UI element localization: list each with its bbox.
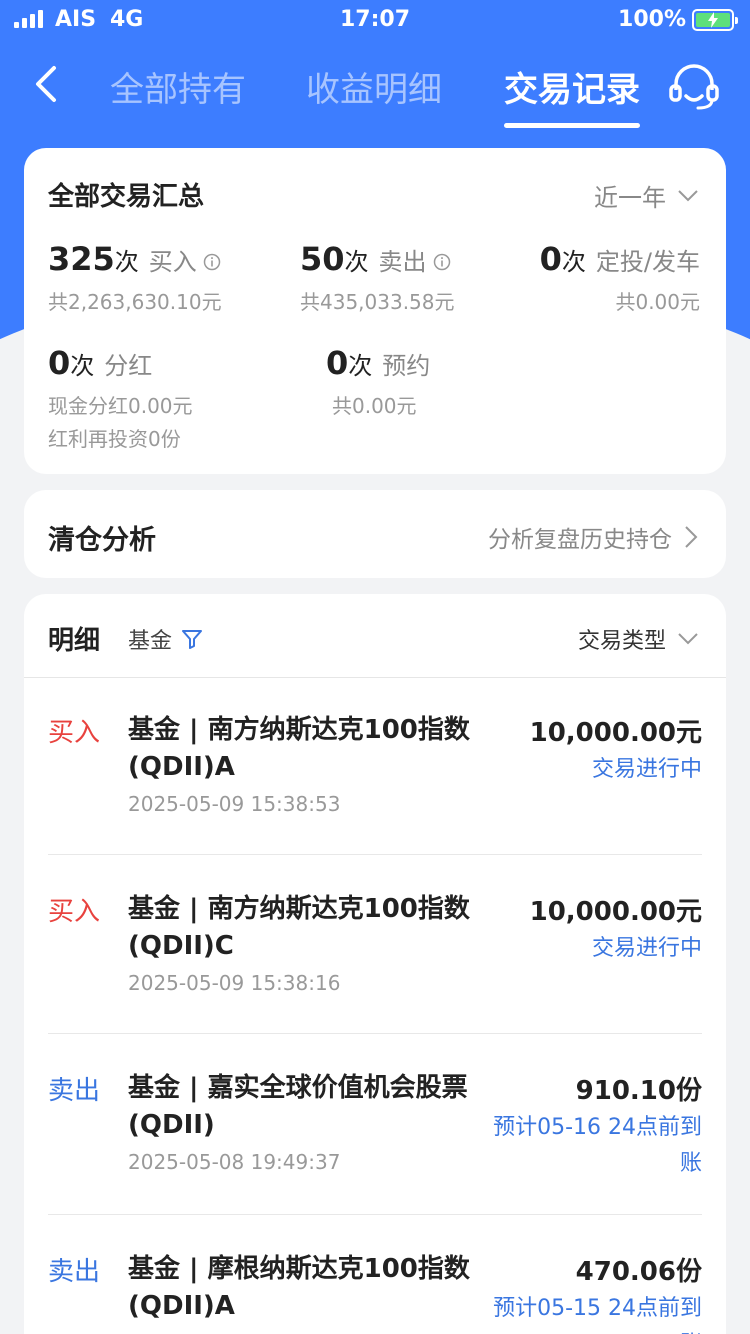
- summary-title: 全部交易汇总: [48, 182, 205, 212]
- stat-sub: 共0.00元: [332, 394, 417, 418]
- stat-auto-invest[interactable]: 0次 定投/发车 共0.00元: [540, 240, 700, 315]
- row-divider: [48, 854, 702, 855]
- transaction-amount: 10,000.00元: [529, 718, 702, 748]
- transaction-time: 2025-05-08 19:49:37: [128, 1150, 341, 1174]
- stat-unit: 次: [348, 352, 373, 380]
- filter-icon: [182, 630, 203, 649]
- liquidation-title: 清仓分析: [48, 525, 156, 556]
- stat-count: 0: [539, 240, 562, 278]
- transaction-row[interactable]: 卖出 基金 | 嘉实全球价值机会股票(QDII) 2025-05-08 19:4…: [48, 1070, 702, 1215]
- stat-count: 0: [48, 344, 71, 382]
- stat-dividend[interactable]: 0次 分红 现金分红0.00元 红利再投资0份: [48, 344, 193, 452]
- stat-count: 50: [300, 240, 345, 278]
- liquidation-analysis-card[interactable]: 清仓分析 分析复盘历史持仓: [24, 490, 726, 578]
- stat-unit: 次: [561, 248, 586, 276]
- fund-name: 基金 | 南方纳斯达克100指数(QDII)C: [128, 894, 470, 961]
- transaction-kind: 卖出: [48, 1076, 101, 1106]
- transaction-row[interactable]: 买入 基金 | 南方纳斯达克100指数(QDII)A 2025-05-09 15…: [48, 712, 702, 855]
- transaction-time: 2025-05-09 15:38:53: [128, 792, 341, 816]
- tab-all-holdings[interactable]: 全部持有: [110, 62, 246, 111]
- stat-buy[interactable]: 325次 买入 共2,263,630.10元: [48, 240, 222, 315]
- stat-sub: 共435,033.58元: [300, 290, 455, 314]
- fund-name: 基金 | 南方纳斯达克100指数(QDII)A: [128, 715, 470, 782]
- stat-unit: 次: [344, 248, 369, 276]
- battery-percent: 100%: [618, 7, 686, 32]
- stat-sell[interactable]: 50次 卖出 共435,033.58元: [300, 240, 455, 315]
- transaction-status: 交易进行中: [591, 757, 702, 782]
- stat-reservation[interactable]: 0次 预约 共0.00元: [326, 344, 430, 419]
- chevron-down-icon: [678, 633, 698, 645]
- summary-card: 全部交易汇总 近一年 325次 买入 共2,263,630.10元 50次 卖出 共…: [24, 148, 726, 474]
- detail-card: 明细 基金 交易类型 买入 基金 | 南方纳斯达克100指数(QDII)A 20…: [24, 594, 726, 1334]
- chevron-down-icon: [678, 189, 698, 201]
- transaction-kind: 买入: [48, 718, 101, 748]
- row-divider: [48, 1214, 702, 1215]
- stat-sub: 共0.00元: [615, 290, 700, 314]
- stat-label: 卖出: [378, 248, 427, 276]
- stat-unit: 次: [70, 352, 95, 380]
- row-divider: [48, 1033, 702, 1034]
- fund-filter[interactable]: 基金: [128, 623, 204, 655]
- transaction-kind: 卖出: [48, 1257, 101, 1287]
- status-bar: AIS 4G 17:07 100%: [0, 0, 750, 40]
- stat-label: 预约: [382, 352, 431, 380]
- stat-unit: 次: [114, 248, 139, 276]
- transaction-kind: 买入: [48, 897, 101, 927]
- liquidation-link[interactable]: 分析复盘历史持仓: [488, 520, 698, 554]
- stat-label: 定投/发车: [595, 248, 700, 276]
- chevron-right-icon: [685, 526, 698, 548]
- period-selector[interactable]: 近一年: [594, 178, 698, 213]
- transaction-type-filter[interactable]: 交易类型: [578, 623, 698, 655]
- transaction-status: 交易进行中: [591, 936, 702, 961]
- active-tab-indicator: [504, 123, 640, 128]
- headset-icon[interactable]: [668, 62, 720, 110]
- battery-icon: [692, 9, 738, 31]
- transaction-row[interactable]: 买入 基金 | 南方纳斯达克100指数(QDII)C 2025-05-09 15…: [48, 891, 702, 1034]
- stat-count: 325: [48, 240, 115, 278]
- transaction-amount: 910.10份: [575, 1076, 702, 1106]
- detail-title: 明细: [48, 626, 101, 656]
- detail-header: 明细 基金 交易类型: [24, 594, 726, 678]
- chevron-left-icon[interactable]: [30, 64, 62, 104]
- stat-sub-secondary: 红利再投资0份: [48, 427, 181, 451]
- transaction-status: 预计05-16 24点前到账: [493, 1115, 702, 1176]
- liquidation-link-label: 分析复盘历史持仓: [488, 527, 672, 553]
- info-icon[interactable]: [203, 253, 221, 271]
- fund-name: 基金 | 摩根纳斯达克100指数(QDII)A: [128, 1254, 470, 1321]
- stat-label: 买入: [148, 248, 197, 276]
- stat-count: 0: [326, 344, 349, 382]
- fund-filter-label: 基金: [128, 629, 173, 654]
- stat-sub: 现金分红0.00元: [48, 394, 193, 418]
- top-nav: 全部持有 收益明细 交易记录: [0, 50, 750, 130]
- tab-income-detail[interactable]: 收益明细: [306, 62, 442, 111]
- transaction-time: 2025-05-09 15:38:16: [128, 971, 341, 995]
- fund-name: 基金 | 嘉实全球价值机会股票(QDII): [128, 1073, 468, 1140]
- tab-transactions[interactable]: 交易记录: [504, 62, 640, 111]
- stat-sub: 共2,263,630.10元: [48, 290, 222, 314]
- transaction-status: 预计05-15 24点前到账: [493, 1296, 702, 1334]
- type-filter-label: 交易类型: [577, 629, 666, 654]
- info-icon[interactable]: [433, 253, 451, 271]
- stat-label: 分红: [104, 352, 153, 380]
- transaction-amount: 10,000.00元: [529, 897, 702, 927]
- transaction-row[interactable]: 卖出 基金 | 摩根纳斯达克100指数(QDII)A 470.06份 预计05-…: [48, 1251, 702, 1334]
- period-label: 近一年: [594, 184, 666, 212]
- transaction-amount: 470.06份: [575, 1257, 702, 1287]
